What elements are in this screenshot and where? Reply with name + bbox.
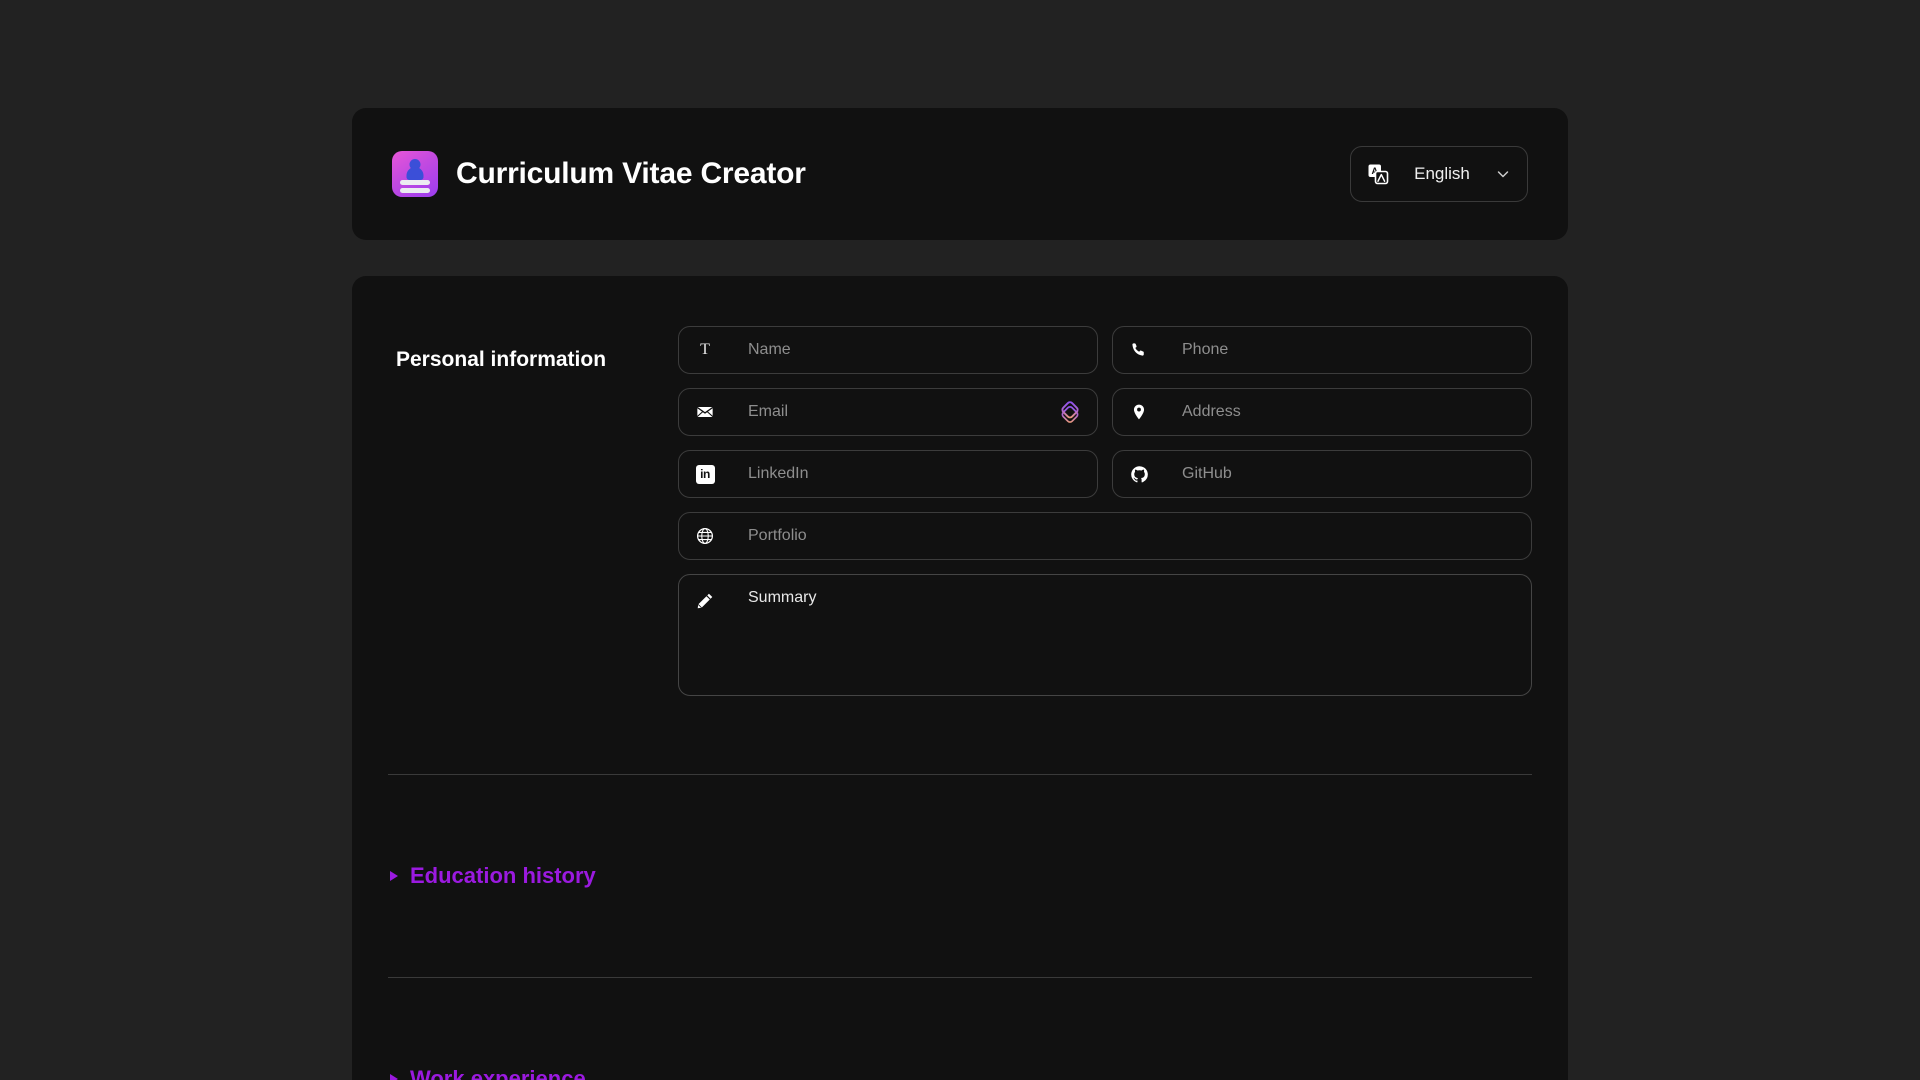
linkedin-field-placeholder: LinkedIn [748, 465, 809, 482]
language-selector[interactable]: A English [1350, 146, 1528, 202]
phone-field[interactable]: Phone [1112, 326, 1532, 374]
name-field-placeholder: Name [748, 341, 791, 358]
education-history-toggle[interactable]: Education history [388, 863, 1532, 889]
name-field[interactable]: T Name [678, 326, 1098, 374]
email-field[interactable]: Email [678, 388, 1098, 436]
github-field-placeholder: GitHub [1182, 465, 1232, 482]
translate-icon: A [1367, 163, 1389, 185]
summary-textarea[interactable]: Summary [678, 574, 1532, 696]
summary-placeholder: Summary [748, 589, 817, 606]
phone-field-placeholder: Phone [1182, 341, 1229, 358]
personal-information-fields: T Name Phone Email Address in LinkedIn G… [678, 326, 1532, 696]
globe-icon [695, 526, 715, 546]
work-experience-toggle[interactable]: Work experience [388, 1066, 1532, 1080]
logo-person-body [406, 167, 424, 180]
education-history-section: Education history [388, 863, 1532, 889]
triangle-right-icon [390, 1074, 398, 1080]
app-header: Curriculum Vitae Creator A English [352, 108, 1568, 240]
github-icon [1129, 464, 1149, 484]
brand: Curriculum Vitae Creator [392, 151, 806, 197]
triangle-right-icon [390, 871, 398, 881]
envelope-icon [695, 402, 715, 422]
personal-information-section: Personal information T Name Phone Email … [388, 316, 1532, 696]
linkedin-field[interactable]: in LinkedIn [678, 450, 1098, 498]
work-experience-title: Work experience [410, 1066, 586, 1080]
text-format-icon: T [700, 341, 710, 358]
logo-line-2 [400, 188, 430, 193]
contact-card-icon [392, 151, 438, 197]
app-root: Curriculum Vitae Creator A English Perso… [0, 0, 1920, 1080]
autofill-diamond-icon[interactable] [1057, 399, 1083, 425]
address-field-placeholder: Address [1182, 403, 1241, 420]
page-title: Curriculum Vitae Creator [456, 157, 806, 190]
main-content-card: Personal information T Name Phone Email … [352, 276, 1568, 1080]
email-field-placeholder: Email [748, 403, 789, 420]
education-history-title: Education history [410, 863, 596, 888]
github-field[interactable]: GitHub [1112, 450, 1532, 498]
logo-line-1 [400, 180, 430, 185]
linkedin-icon: in [695, 464, 715, 484]
language-selector-value: English [1414, 164, 1470, 183]
map-pin-icon [1129, 402, 1149, 422]
chevron-down-icon [1495, 166, 1511, 182]
phone-icon [1129, 340, 1149, 360]
address-field[interactable]: Address [1112, 388, 1532, 436]
personal-information-heading: Personal information [396, 348, 607, 371]
portfolio-field[interactable]: Portfolio [678, 512, 1532, 560]
portfolio-field-placeholder: Portfolio [748, 527, 807, 544]
work-experience-section: Work experience [388, 1066, 1532, 1080]
pencil-icon [695, 591, 715, 611]
